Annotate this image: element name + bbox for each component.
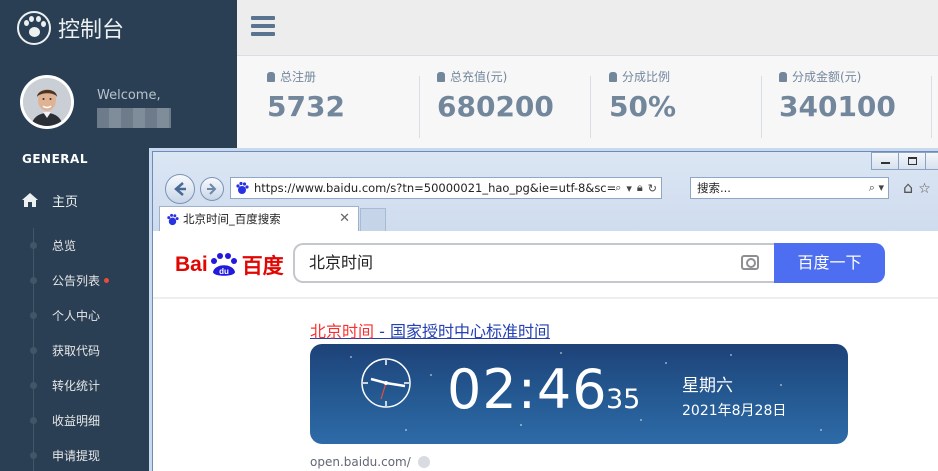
minimize-button[interactable] xyxy=(871,152,899,170)
user-icon xyxy=(267,71,275,82)
user-icon xyxy=(779,71,787,82)
analog-clock-icon xyxy=(361,358,411,408)
browser-tab[interactable]: 北京时间_百度搜索 ✕ xyxy=(159,206,359,231)
forward-button[interactable] xyxy=(200,177,224,201)
close-button[interactable] xyxy=(925,152,938,170)
baidu-paw-icon: du xyxy=(210,253,237,276)
search-icon[interactable]: ⌕ xyxy=(615,181,621,195)
clock-seconds: 35 xyxy=(606,384,641,415)
star-icon[interactable]: ☆ xyxy=(918,181,931,197)
stat-label: 总注册 xyxy=(267,68,316,85)
back-button[interactable] xyxy=(165,174,195,204)
result-url[interactable]: open.baidu.com/ xyxy=(310,455,430,469)
baidu-favicon-icon xyxy=(236,181,249,194)
dropdown-icon[interactable]: ▾ xyxy=(878,181,884,194)
paw-icon xyxy=(17,11,51,45)
top-bar xyxy=(237,0,938,56)
stat-value: 50% xyxy=(609,90,677,123)
sidebar-item-label: 主页 xyxy=(52,194,79,210)
welcome-text: Welcome, xyxy=(97,88,161,103)
search-icon[interactable]: ⌕ xyxy=(869,181,875,194)
window-controls xyxy=(871,152,938,170)
clock-date: 2021年8月28日 xyxy=(682,403,787,419)
sidebar-item-label: 转化统计 xyxy=(52,379,101,393)
address-text: https://www.baidu.com/s?tn=50000021_hao_… xyxy=(254,181,616,195)
toolbar-right: ⌂ ☆ xyxy=(903,178,931,197)
avatar[interactable] xyxy=(20,75,74,129)
notification-dot xyxy=(104,278,110,283)
browser-window: https://www.baidu.com/s?tn=50000021_hao_… xyxy=(152,151,938,471)
result-url-text: open.baidu.com/ xyxy=(310,455,411,469)
sidebar-item-label: 公告列表 xyxy=(52,274,101,288)
stats-row: 总注册 5732 总充值(元) 680200 分成比例 50% 分成金额(元) … xyxy=(237,56,938,151)
sidebar-item-label: 个人中心 xyxy=(52,309,101,323)
logo-text: Bai xyxy=(175,253,208,276)
sidebar-item-label: 总览 xyxy=(52,239,77,253)
lock-icon[interactable]: 🔒︎ xyxy=(637,181,643,195)
browser-search-box[interactable]: 搜索... ⌕ ▾ xyxy=(690,177,889,199)
stat-label: 分成金额(元) xyxy=(779,68,861,85)
stat-label: 分成比例 xyxy=(609,68,670,85)
svg-text:du: du xyxy=(219,267,229,276)
user-icon xyxy=(609,71,617,82)
menu-toggle-icon[interactable] xyxy=(251,16,275,36)
sidebar-item-label: 申请提现 xyxy=(52,449,101,463)
clock-weekday: 星期六 xyxy=(682,376,733,396)
profile: Welcome, xyxy=(0,56,237,144)
close-tab-icon[interactable]: ✕ xyxy=(339,211,350,226)
home-icon xyxy=(22,193,38,207)
baidu-logo[interactable]: Bai du 百度 xyxy=(175,250,284,280)
baidu-favicon-icon xyxy=(167,213,179,225)
maximize-button[interactable] xyxy=(898,152,926,170)
section-title: GENERAL xyxy=(22,152,88,166)
chevron-down-icon[interactable] xyxy=(417,456,430,468)
stat-value: 340100 xyxy=(779,90,896,123)
clock-time: 02:46 xyxy=(447,358,608,421)
username-redacted xyxy=(97,108,171,128)
forward-arrow-icon xyxy=(207,183,217,195)
user-icon xyxy=(437,71,445,82)
stat-value: 5732 xyxy=(267,90,345,123)
brand[interactable]: 控制台 xyxy=(0,0,237,56)
search-query: 北京时间 xyxy=(309,253,374,272)
back-arrow-icon xyxy=(174,182,186,196)
result-title-highlight: 北京时间 xyxy=(310,322,375,341)
result-title-link[interactable]: 北京时间 - 国家授时中心标准时间 xyxy=(310,318,550,342)
sidebar-item-label: 获取代码 xyxy=(52,344,101,358)
tab-title: 北京时间_百度搜索 xyxy=(183,212,281,226)
search-button[interactable]: 百度一下 xyxy=(774,243,885,283)
time-widget: 02:46 35 星期六 2021年8月28日 xyxy=(310,344,848,444)
stat-label: 总充值(元) xyxy=(437,68,507,85)
dropdown-icon[interactable]: ▾ xyxy=(626,182,632,195)
search-input[interactable]: 北京时间 xyxy=(293,243,774,283)
address-bar[interactable]: https://www.baidu.com/s?tn=50000021_hao_… xyxy=(230,177,662,199)
camera-icon[interactable] xyxy=(741,255,759,270)
brand-title: 控制台 xyxy=(58,18,125,43)
sidebar-item-label: 收益明细 xyxy=(52,414,101,428)
refresh-icon[interactable]: ↻ xyxy=(648,182,657,195)
search-placeholder: 搜索... xyxy=(697,181,731,195)
browser-chrome: https://www.baidu.com/s?tn=50000021_hao_… xyxy=(153,152,938,231)
baidu-page: Bai du 百度 北京时间 百度一下 北京时间 - 国家授时中心标准时间 02… xyxy=(153,231,938,471)
result-title-text: - 国家授时中心标准时间 xyxy=(374,322,550,341)
home-icon[interactable]: ⌂ xyxy=(903,178,913,197)
new-tab-button[interactable] xyxy=(360,208,386,231)
stat-value: 680200 xyxy=(437,90,554,123)
logo-text: 百度 xyxy=(241,255,284,278)
